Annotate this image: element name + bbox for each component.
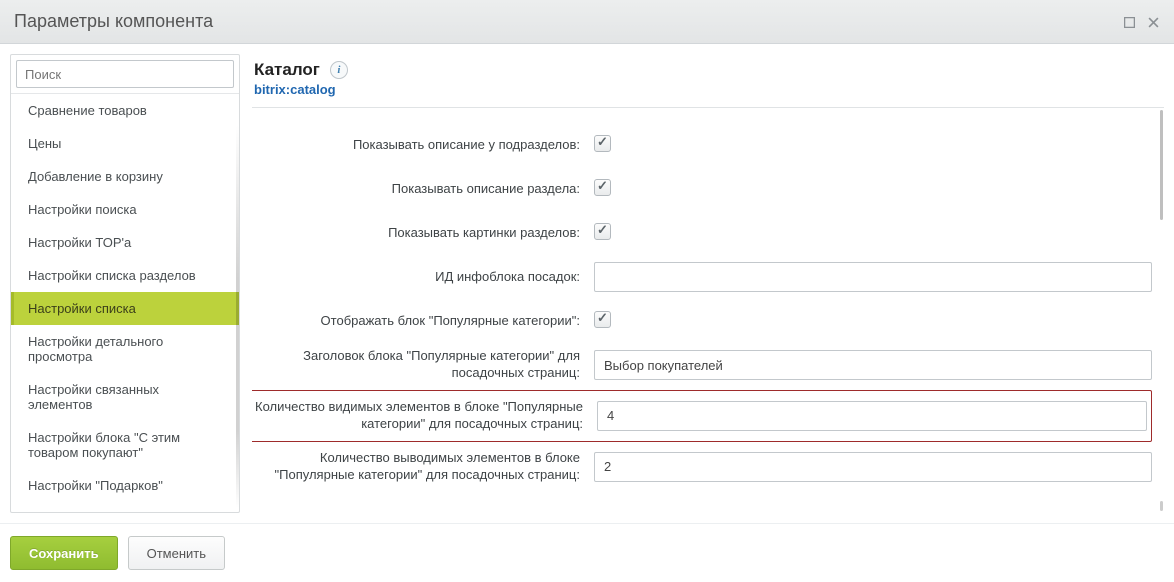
tree-item-compare[interactable]: Сравнение товаров [11,94,239,127]
label-section-desc: Показывать описание раздела: [252,181,580,198]
tree-item-list-settings[interactable]: Настройки списка [11,292,239,325]
sidebar-scrollbar[interactable] [236,125,239,508]
component-title: Каталог [254,60,320,80]
tree-item-search-settings[interactable]: Настройки поиска [11,193,239,226]
tree-item-gifts[interactable]: Настройки "Подарков" [11,469,239,502]
form-scroll: Показывать описание у подразделов: Показ… [252,107,1164,513]
sidebar-tree: Сравнение товаров Цены Добавление в корз… [11,94,239,512]
label-section-pics: Показывать картинки разделов: [252,225,580,242]
tree-item-detail[interactable]: Настройки детального просмотра [11,325,239,373]
sidebar: Сравнение товаров Цены Добавление в корз… [10,54,240,513]
label-landing-iblock: ИД инфоблока посадок: [252,269,580,286]
titlebar: Параметры компонента [0,0,1174,44]
window-title: Параметры компонента [14,11,1112,32]
info-icon[interactable]: i [330,61,348,79]
label-subsection-desc: Показывать описание у подразделов: [252,137,580,154]
form-scrollbar-end[interactable] [1160,501,1163,511]
input-landing-iblock[interactable] [594,262,1152,292]
tree-item-prices[interactable]: Цены [11,127,239,160]
maximize-icon[interactable] [1124,16,1136,28]
checkbox-subsection-desc[interactable] [594,135,611,152]
input-visible-count[interactable] [597,401,1147,431]
close-icon[interactable] [1148,16,1160,28]
input-output-count[interactable] [594,452,1152,482]
label-show-popular: Отображать блок "Популярные категории": [252,313,580,330]
form-scrollbar[interactable] [1160,110,1163,220]
search-input[interactable] [16,60,234,88]
tree-item-sections-list[interactable]: Настройки списка разделов [11,259,239,292]
checkbox-section-desc[interactable] [594,179,611,196]
highlighted-row: Количество видимых элементов в блоке "По… [252,390,1152,442]
label-popular-title: Заголовок блока "Популярные категории" д… [252,348,580,382]
label-output-count: Количество выводимых элементов в блоке "… [252,450,580,484]
checkbox-show-popular[interactable] [594,311,611,328]
input-popular-title[interactable] [594,350,1152,380]
component-name: bitrix:catalog [254,82,1164,97]
label-visible-count: Количество видимых элементов в блоке "По… [255,399,583,433]
tree-item-add-to-cart[interactable]: Добавление в корзину [11,160,239,193]
footer: Сохранить Отменить [0,523,1174,582]
save-button[interactable]: Сохранить [10,536,118,570]
checkbox-section-pics[interactable] [594,223,611,240]
main-panel: Каталог i bitrix:catalog Показывать опис… [252,54,1164,513]
tree-item-top-settings[interactable]: Настройки ТОР'а [11,226,239,259]
tree-item-also-buy[interactable]: Настройки блока "С этим товаром покупают… [11,421,239,469]
tree-item-related[interactable]: Настройки связанных элементов [11,373,239,421]
cancel-button[interactable]: Отменить [128,536,225,570]
